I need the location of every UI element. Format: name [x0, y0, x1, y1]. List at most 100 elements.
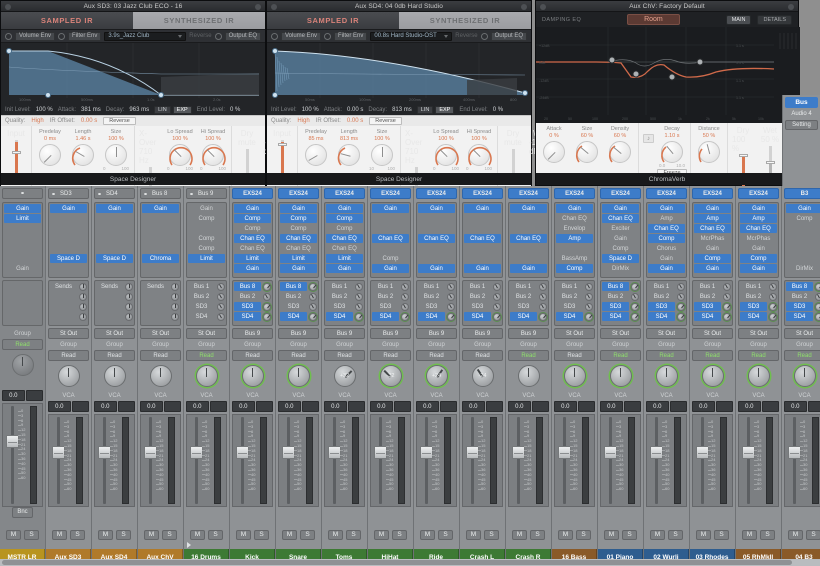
send-label[interactable]: Bus 2: [188, 292, 215, 301]
send-slots[interactable]: Bus 1Bus 2SD3SD4: [186, 280, 227, 326]
solo-button[interactable]: S: [806, 530, 820, 540]
send-row[interactable]: [96, 292, 133, 301]
channel-strip-04-b3[interactable]: B3GainCompDirMixBus 8Bus 2SD3SD4St OutGr…: [782, 186, 820, 566]
channel-strip-crash-r[interactable]: EXS24GainChan EQGainBus 1Bus 2SD3SD4Bus …: [506, 186, 552, 566]
space-designer-window-1[interactable]: Aux SD3: 03 Jazz Club ECO - 16 SAMPLED I…: [0, 0, 266, 186]
automation-mode-button[interactable]: Read: [554, 350, 595, 361]
record-input-row[interactable]: [92, 518, 137, 528]
send-label[interactable]: [50, 302, 77, 311]
volume-secondary[interactable]: [210, 401, 227, 412]
send-label[interactable]: SD3: [464, 302, 491, 311]
io-button[interactable]: ⚭Bus 9: [186, 188, 227, 199]
output-button[interactable]: Bus 9: [462, 328, 503, 339]
solo-button[interactable]: S: [24, 530, 39, 540]
mute-solo-row[interactable]: MS: [138, 528, 183, 541]
record-input-row[interactable]: [414, 518, 459, 528]
solo-button[interactable]: S: [576, 530, 591, 540]
instrument-slot[interactable]: EXS24: [646, 188, 687, 199]
lospread-knob[interactable]: [169, 144, 191, 166]
send-label[interactable]: Bus 1: [372, 282, 399, 291]
right-side-panel[interactable]: Bus Audio 4 Setting: [782, 95, 820, 186]
volume-fader[interactable]: [789, 417, 800, 504]
size-knob-cv[interactable]: [576, 141, 598, 163]
send-label[interactable]: Sends: [142, 282, 169, 291]
group-row[interactable]: Group: [552, 339, 597, 350]
send-level-knob[interactable]: [401, 313, 409, 321]
filter-env-toggle-icon[interactable]: [58, 33, 65, 40]
volume-secondary[interactable]: [72, 401, 89, 412]
input-slider-group[interactable]: Input: [5, 129, 27, 176]
mute-button[interactable]: M: [98, 530, 113, 540]
volume-secondary[interactable]: [348, 401, 365, 412]
channel-strip-snare[interactable]: EXS24GainCompCompChan EQChan EQLimitGain…: [276, 186, 322, 566]
group-row[interactable]: Group: [46, 339, 91, 350]
group-row[interactable]: Group: [506, 339, 551, 350]
insert-slot[interactable]: [96, 214, 133, 223]
send-level-knob[interactable]: [631, 283, 639, 291]
channel-strip-16-bass[interactable]: EXS24GainChan EQEnvelopAmpBassAmpCompBus…: [552, 186, 598, 566]
send-row[interactable]: Sends: [50, 282, 87, 291]
insert-slot[interactable]: [556, 244, 593, 253]
send-level-knob[interactable]: [79, 283, 87, 291]
insert-slot[interactable]: Comp: [556, 264, 593, 273]
output-button[interactable]: St Out: [738, 328, 779, 339]
send-level-knob[interactable]: [171, 283, 179, 291]
automation-mode-button[interactable]: Read: [2, 339, 43, 350]
insert-slot[interactable]: Amp: [694, 214, 731, 223]
insert-slots[interactable]: GainCompCompChan EQChan EQLimitGain: [324, 202, 365, 278]
value-row[interactable]: 0.0: [232, 401, 273, 412]
send-label[interactable]: Bus 1: [694, 282, 721, 291]
output-button[interactable]: St Out: [784, 328, 820, 339]
send-level-knob[interactable]: [171, 303, 179, 311]
insert-slot[interactable]: Comp: [188, 244, 225, 253]
bounce-row[interactable]: [92, 507, 137, 518]
insert-slot[interactable]: Exciter: [602, 224, 639, 233]
group-row[interactable]: Group: [0, 328, 45, 339]
send-level-knob[interactable]: [125, 293, 133, 301]
send-row[interactable]: Bus 1: [648, 282, 685, 291]
chromaverb-titlebar[interactable]: Aux ChV: Factory Default: [536, 1, 798, 12]
volume-value[interactable]: 0.0: [186, 401, 209, 412]
channel-strip-kick[interactable]: EXS24GainCompCompChan EQChan EQLimitGain…: [230, 186, 276, 566]
output-row[interactable]: St Out: [48, 328, 89, 339]
volume-secondary[interactable]: [440, 401, 457, 412]
insert-slot[interactable]: Chan EQ: [648, 224, 685, 233]
volume-fader[interactable]: [513, 417, 524, 504]
send-row[interactable]: Bus 1: [556, 282, 593, 291]
output-row[interactable]: St Out: [94, 328, 135, 339]
send-row[interactable]: [96, 302, 133, 311]
io-row[interactable]: EXS24: [230, 186, 275, 200]
channel-strip-03-rhodes[interactable]: EXS24GainAmpChan EQMcrPhasGainCompGainBu…: [690, 186, 736, 566]
volume-fader[interactable]: [743, 417, 754, 504]
length-knob-group[interactable]: Length 1.46 s: [69, 129, 97, 166]
send-level-knob[interactable]: [125, 313, 133, 321]
send-level-knob[interactable]: [723, 303, 731, 311]
volume-value[interactable]: 0.0: [94, 401, 117, 412]
send-row[interactable]: SD4: [510, 312, 547, 321]
insert-slots[interactable]: GainAmpChan EQMcrPhasGainCompGain: [738, 202, 779, 278]
send-label[interactable]: Bus 2: [602, 292, 629, 301]
vca-row[interactable]: VCA: [230, 391, 275, 401]
group-row[interactable]: Group: [368, 339, 413, 350]
end-level-value[interactable]: 0 %: [230, 107, 240, 113]
insert-slot[interactable]: [96, 234, 133, 243]
channel-strip-ride[interactable]: EXS24GainChan EQGainBus 1Bus 2SD3SD4Bus …: [414, 186, 460, 566]
insert-slot[interactable]: Gain: [234, 264, 271, 273]
vca-row[interactable]: VCA: [92, 391, 137, 401]
channel-strip-01-piano[interactable]: EXS24GainChan EQExciterGainCompSpace DDi…: [598, 186, 644, 566]
solo-button[interactable]: S: [300, 530, 315, 540]
send-label[interactable]: Bus 2: [372, 292, 399, 301]
send-label[interactable]: Bus 1: [648, 282, 675, 291]
insert-slot[interactable]: Gain: [280, 204, 317, 213]
exp-button[interactable]: EXP: [173, 106, 192, 114]
pan-knob[interactable]: -32: [380, 365, 402, 387]
hispread-knob-group[interactable]: Hi Spread 100 % 0100: [199, 129, 227, 171]
vca-row[interactable]: VCA: [276, 391, 321, 401]
fader-zone[interactable]: 03691215182124303640455060: [186, 414, 227, 507]
volume-fader[interactable]: [283, 417, 294, 504]
group-row[interactable]: Group: [690, 339, 735, 350]
length-knob[interactable]: [72, 144, 94, 166]
send-level-knob[interactable]: [815, 283, 820, 291]
send-label[interactable]: Bus 8: [234, 282, 261, 291]
insert-slot[interactable]: Chan EQ: [510, 234, 547, 243]
